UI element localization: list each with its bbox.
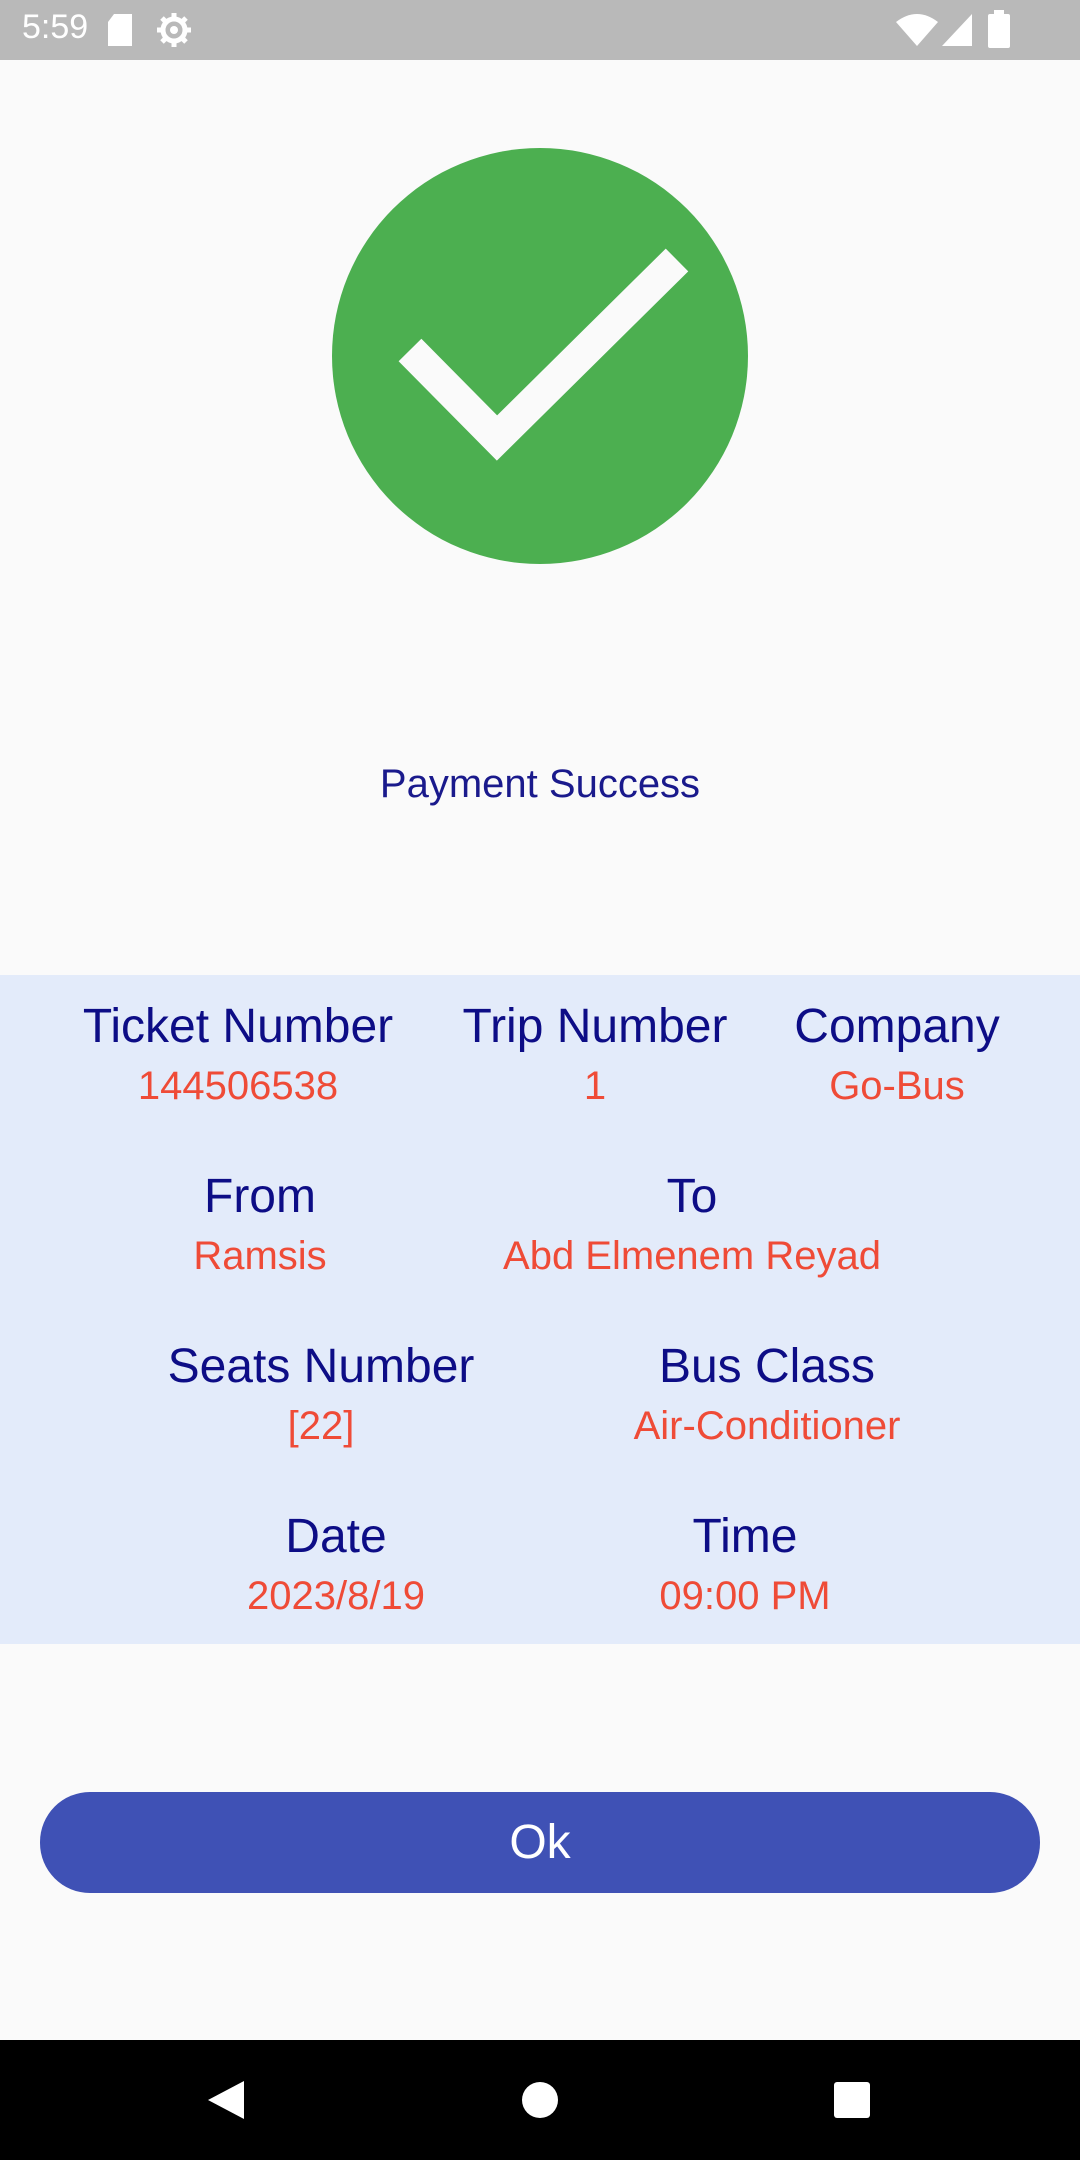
signal-icon <box>942 14 972 46</box>
time-field: Time 09:00 PM <box>545 1507 945 1625</box>
navigation-bar <box>0 2040 1080 2160</box>
ok-button[interactable]: Ok <box>40 1792 1040 1893</box>
back-icon[interactable] <box>166 2040 286 2160</box>
trip-number-label: Trip Number <box>462 1000 728 1053</box>
to-value: Abd Elmenem Reyad <box>503 1234 881 1278</box>
date-field: Date 2023/8/19 <box>136 1507 536 1625</box>
ticket-number-value: 144506538 <box>137 1064 339 1108</box>
date-label: Date <box>285 1510 387 1563</box>
to-field: To Abd Elmenem Reyad <box>442 1167 942 1285</box>
bus-class-field: Bus Class Air-Conditioner <box>567 1337 967 1455</box>
from-value: Ramsis <box>193 1234 327 1278</box>
status-bar: 5:59 <box>0 0 1080 60</box>
payment-success-title: Payment Success <box>379 762 701 806</box>
date-value: 2023/8/19 <box>247 1574 425 1618</box>
bus-class-value: Air-Conditioner <box>633 1404 901 1448</box>
company-label: Company <box>794 1000 1000 1053</box>
status-time: 5:59 <box>22 8 89 46</box>
ticket-details-panel: Ticket Number 144506538 Trip Number 1 Co… <box>0 975 1080 1644</box>
time-label: Time <box>692 1510 798 1563</box>
seats-number-value: [22] <box>287 1404 355 1448</box>
seats-number-label: Seats Number <box>167 1340 475 1393</box>
settings-gear-icon <box>157 13 191 47</box>
company-field: Company Go-Bus <box>750 997 1044 1115</box>
from-label: From <box>204 1170 316 1223</box>
ticket-number-label: Ticket Number <box>82 1000 394 1053</box>
from-field: From Ramsis <box>60 1167 460 1285</box>
seats-number-field: Seats Number [22] <box>121 1337 521 1455</box>
trip-number-value: 1 <box>583 1064 607 1108</box>
recents-icon[interactable] <box>792 2040 912 2160</box>
wifi-icon <box>896 14 938 46</box>
check-circle-icon <box>332 148 748 564</box>
to-label: To <box>666 1170 718 1223</box>
trip-number-field: Trip Number 1 <box>420 997 770 1115</box>
battery-icon <box>988 10 1010 48</box>
bus-class-label: Bus Class <box>658 1340 876 1393</box>
ticket-number-field: Ticket Number 144506538 <box>38 997 438 1115</box>
company-value: Go-Bus <box>829 1064 965 1108</box>
home-icon[interactable] <box>480 2040 600 2160</box>
sd-card-icon <box>108 14 132 46</box>
time-value: 09:00 PM <box>659 1574 831 1618</box>
